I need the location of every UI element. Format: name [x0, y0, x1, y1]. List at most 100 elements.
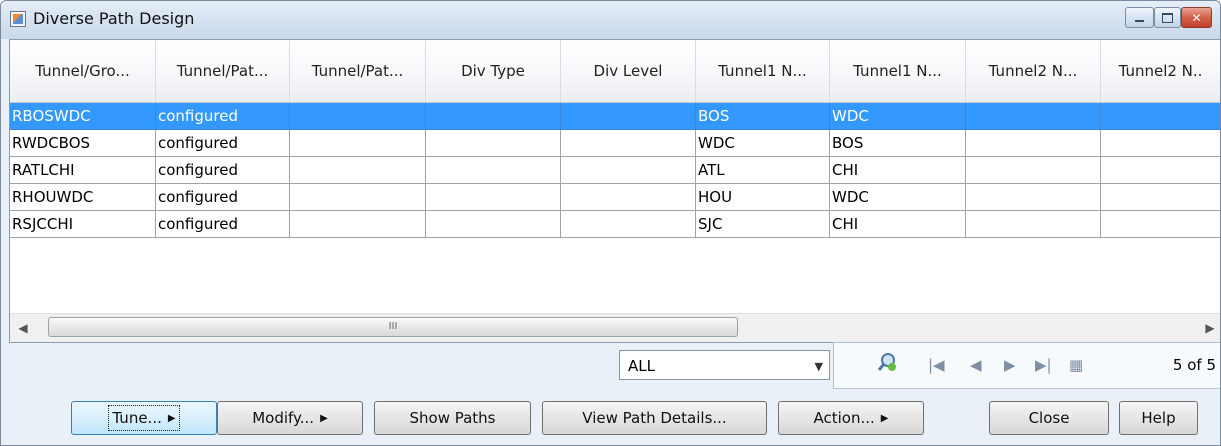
table-cell: configured [156, 157, 290, 184]
table-cell [290, 184, 426, 211]
tune-button[interactable]: Tune... ▶ [71, 401, 217, 435]
table-cell: RHOUWDC [10, 184, 156, 211]
horizontal-scrollbar[interactable]: ◀ III ▶ [10, 313, 1220, 342]
table-cell: configured [156, 211, 290, 238]
show-paths-label: Show Paths [409, 409, 496, 427]
table-cell [561, 103, 696, 130]
scroll-right-icon[interactable]: ▶ [1203, 320, 1217, 336]
submenu-arrow-icon: ▶ [167, 412, 176, 424]
table-cell [966, 211, 1101, 238]
show-paths-button[interactable]: Show Paths [374, 401, 531, 435]
table-cell: WDC [696, 130, 830, 157]
window-close-button[interactable]: ✕ [1181, 7, 1212, 28]
action-button[interactable]: Action... ▶ [778, 401, 924, 435]
close-label: Close [1028, 409, 1070, 427]
table-header: Tunnel/Gro... Tunnel/Pat... Tunnel/Pat..… [10, 40, 1220, 103]
diverse-path-design-window: Diverse Path Design ✕ Tunnel/Gro... Tunn… [0, 0, 1221, 446]
close-icon: ✕ [1191, 10, 1202, 25]
table-cell: configured [156, 130, 290, 157]
column-header[interactable]: Tunnel2 N.. [1101, 40, 1220, 102]
submenu-arrow-icon: ▶ [320, 412, 328, 424]
page-list-icon[interactable]: ▦ [1069, 356, 1083, 374]
column-header[interactable]: Tunnel1 N... [696, 40, 830, 102]
table-cell: HOU [696, 184, 830, 211]
filter-value: ALL [628, 357, 655, 375]
table-cell [426, 103, 561, 130]
table-cell [561, 130, 696, 157]
window-title: Diverse Path Design [33, 9, 195, 28]
table-cell [966, 184, 1101, 211]
submenu-arrow-icon: ▶ [880, 412, 889, 424]
table-cell: CHI [830, 157, 966, 184]
table-cell: configured [156, 184, 290, 211]
table-row[interactable]: RSJCCHI configured SJC CHI [10, 211, 1220, 238]
help-button[interactable]: Help [1119, 401, 1198, 435]
table-cell: CHI [830, 211, 966, 238]
table-cell: RSJCCHI [10, 211, 156, 238]
table-cell [426, 157, 561, 184]
minimize-icon [1135, 19, 1144, 22]
first-page-icon[interactable]: |◀ [928, 356, 945, 374]
column-header[interactable]: Tunnel/Pat... [290, 40, 426, 102]
table-cell: RATLCHI [10, 157, 156, 184]
maximize-button[interactable] [1154, 7, 1181, 28]
table-row[interactable]: RHOUWDC configured HOU WDC [10, 184, 1220, 211]
table-cell: RWDCBOS [10, 130, 156, 157]
view-path-details-label: View Path Details... [582, 409, 727, 427]
java-app-icon [10, 11, 26, 27]
table-row[interactable]: RATLCHI configured ATL CHI [10, 157, 1220, 184]
last-page-icon[interactable]: ▶| [1035, 356, 1052, 374]
modify-label: Modify... [252, 409, 315, 427]
column-header[interactable]: Tunnel/Gro... [10, 40, 156, 102]
scrollbar-thumb[interactable]: III [48, 317, 738, 337]
table-cell [561, 184, 696, 211]
page-count: 5 of 5 [1172, 356, 1216, 374]
table-cell [426, 130, 561, 157]
table-cell [561, 211, 696, 238]
table-cell: RBOSWDC [10, 103, 156, 130]
table-cell [1101, 130, 1220, 157]
table-cell [561, 157, 696, 184]
table-cell [1101, 211, 1220, 238]
scroll-left-icon[interactable]: ◀ [16, 320, 30, 336]
table-cell: configured [156, 103, 290, 130]
table-cell: WDC [830, 184, 966, 211]
next-page-icon[interactable]: ▶ [1004, 356, 1016, 374]
column-header[interactable]: Div Level [561, 40, 696, 102]
tunnel-table[interactable]: Tunnel/Gro... Tunnel/Pat... Tunnel/Pat..… [9, 39, 1220, 343]
table-cell [966, 103, 1101, 130]
search-icon[interactable] [877, 352, 897, 372]
title-bar[interactable]: Diverse Path Design ✕ [1, 1, 1220, 39]
table-cell [966, 157, 1101, 184]
table-cell [290, 211, 426, 238]
table-cell [1101, 157, 1220, 184]
table-cell: ATL [696, 157, 830, 184]
tune-label: Tune... [112, 409, 162, 427]
close-button[interactable]: Close [989, 401, 1109, 435]
minimize-button[interactable] [1125, 7, 1154, 28]
column-header[interactable]: Tunnel/Pat... [156, 40, 290, 102]
previous-page-icon[interactable]: ◀ [970, 356, 982, 374]
action-label: Action... [813, 409, 875, 427]
column-header[interactable]: Div Type [426, 40, 561, 102]
dropdown-arrow-icon[interactable]: ▼ [815, 360, 823, 373]
view-path-details-button[interactable]: View Path Details... [542, 401, 767, 435]
table-cell [426, 184, 561, 211]
table-cell [966, 130, 1101, 157]
table-cell: SJC [696, 211, 830, 238]
table-cell: BOS [696, 103, 830, 130]
table-cell [1101, 103, 1220, 130]
table-cell [1101, 184, 1220, 211]
table-row[interactable]: RBOSWDC configured BOS WDC [10, 103, 1220, 130]
table-row[interactable]: RWDCBOS configured WDC BOS [10, 130, 1220, 157]
column-header[interactable]: Tunnel2 N... [966, 40, 1101, 102]
table-cell [290, 157, 426, 184]
table-cell [290, 130, 426, 157]
filter-dropdown[interactable]: ALL ▼ [619, 350, 830, 380]
column-header[interactable]: Tunnel1 N... [830, 40, 966, 102]
table-cell: WDC [830, 103, 966, 130]
table-cell [290, 103, 426, 130]
table-cell [426, 211, 561, 238]
modify-button[interactable]: Modify... ▶ [217, 401, 363, 435]
maximize-icon [1162, 12, 1173, 23]
